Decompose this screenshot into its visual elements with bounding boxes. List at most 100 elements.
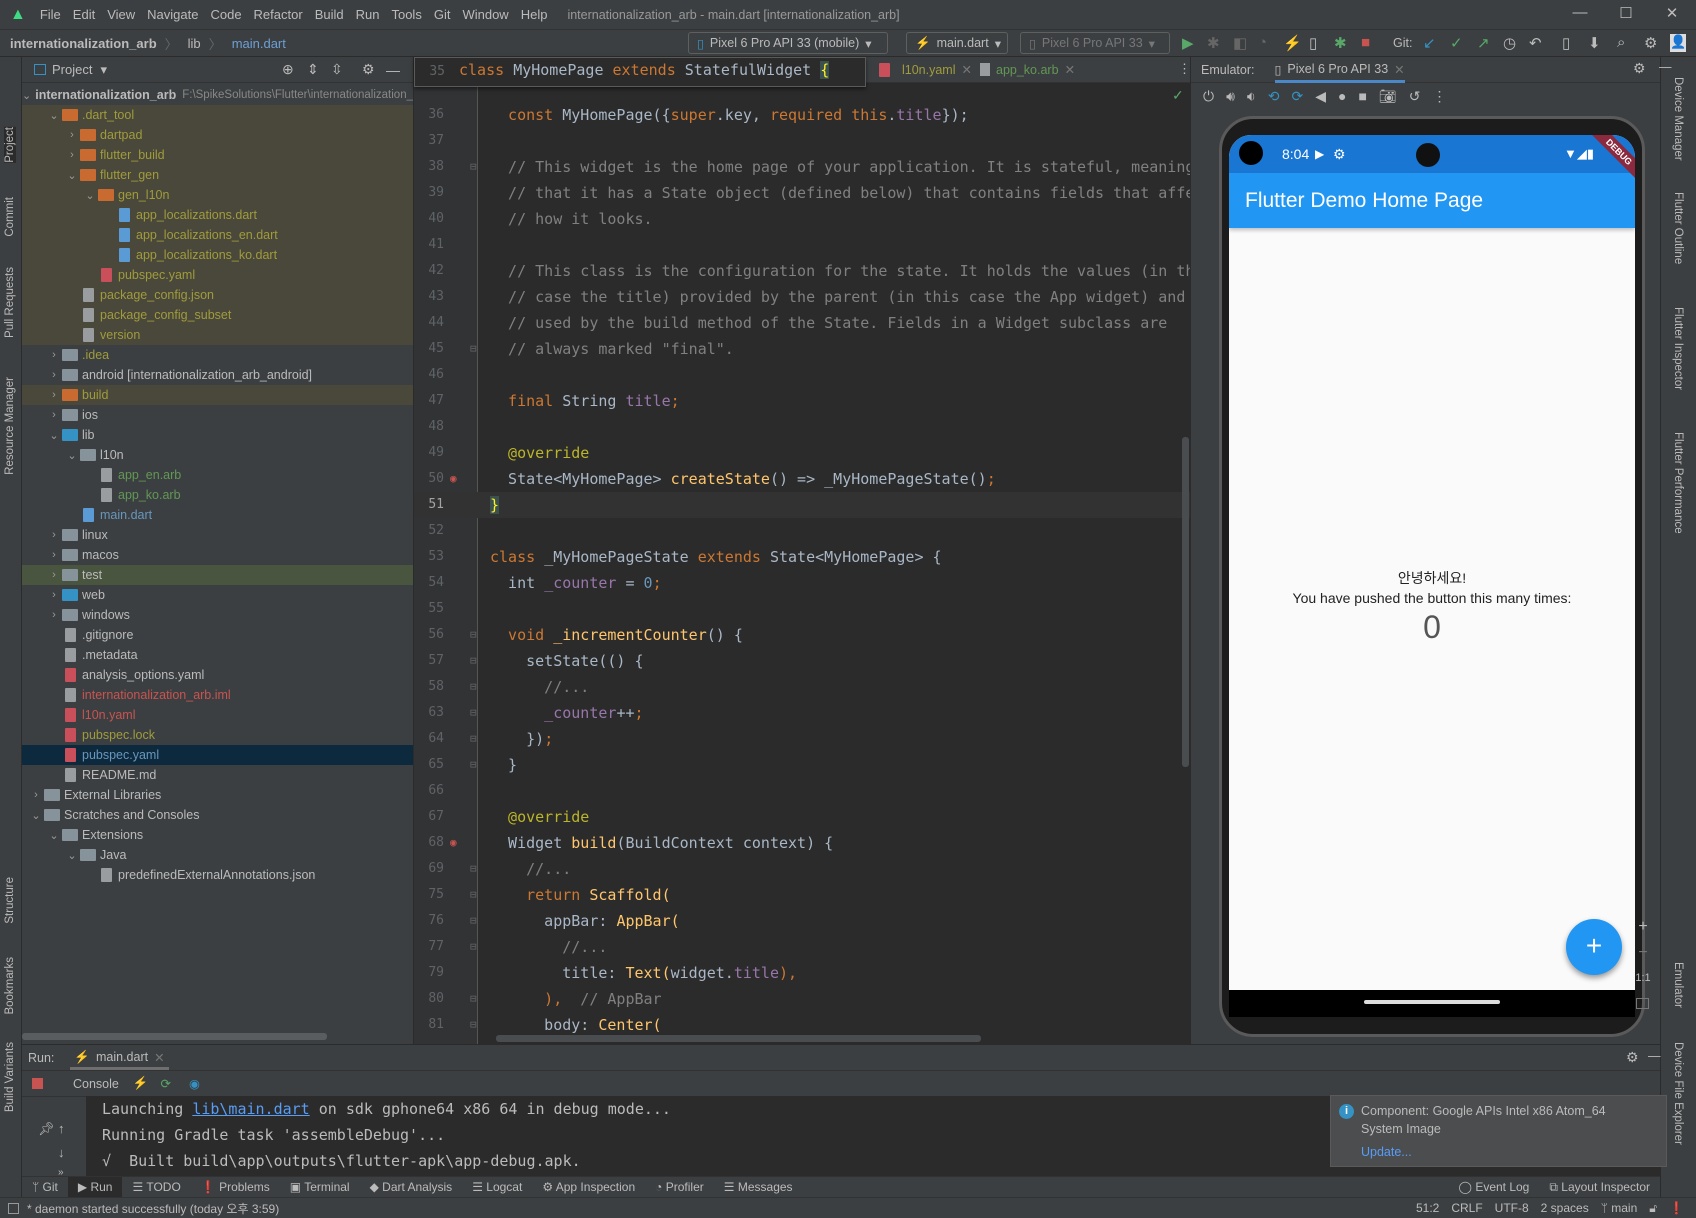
code-line[interactable]: 41 xyxy=(414,232,1190,258)
code-line[interactable]: 63 _counter++; ⊟ xyxy=(414,700,1190,726)
zoom-in-button[interactable]: + xyxy=(1632,918,1654,936)
lock-icon[interactable]: 🔓︎ xyxy=(1649,1201,1657,1216)
menu-navigate[interactable]: Navigate xyxy=(141,7,204,22)
chevron-down-icon[interactable]: ⌄ xyxy=(46,829,62,842)
stripe-flutter-performance[interactable]: Flutter Performance xyxy=(1672,432,1684,534)
expand-all-icon[interactable]: ⇕ xyxy=(307,61,319,78)
git-commit-icon[interactable]: ✓ xyxy=(1450,34,1463,52)
scroll-down-icon[interactable]: ↓ xyxy=(58,1145,65,1160)
code-editor[interactable]: l10n.yaml ✕ app_ko.arb ✕ ⋮ 36 const MyHome… xyxy=(414,57,1190,1044)
run-tab-main-dart[interactable]: ⚡ main.dart ✕ xyxy=(70,1045,169,1070)
close-tab-icon[interactable]: ✕ xyxy=(962,62,972,77)
tree-item[interactable]: ⌄ Java xyxy=(22,845,413,865)
code-line[interactable]: 36 const MyHomePage({super.key, required… xyxy=(414,102,1190,128)
toolwindow-layout-inspector[interactable]: ⧉ Layout Inspector xyxy=(1539,1177,1660,1198)
back-icon[interactable]: ◀ xyxy=(1315,88,1326,105)
hide-icon[interactable]: — xyxy=(1659,60,1672,74)
tree-item[interactable]: › windows xyxy=(22,605,413,625)
maximize-button[interactable]: ☐ xyxy=(1606,4,1646,22)
stripe-emulator[interactable]: Emulator xyxy=(1672,962,1684,1008)
vertical-scrollbar[interactable] xyxy=(1182,437,1189,767)
toolwindow-terminal[interactable]: ▣ Terminal xyxy=(280,1177,360,1198)
tree-item[interactable]: ⌄ flutter_gen xyxy=(22,165,413,185)
file-link[interactable]: lib\main.dart xyxy=(192,1100,309,1118)
fold-icon[interactable]: ⊟ xyxy=(470,336,477,362)
actual-size-button[interactable]: 1:1 xyxy=(1632,972,1654,984)
tree-item[interactable]: l10n.yaml xyxy=(22,705,413,725)
stripe-build-variants[interactable]: Build Variants xyxy=(4,1042,16,1112)
tree-item[interactable]: › External Libraries xyxy=(22,785,413,805)
phone-screen[interactable]: 8:04 ▶ ⚙ ▼◢▮ DEBUG Flutter Demo Home Pag… xyxy=(1229,135,1635,1017)
chevron-right-icon[interactable]: › xyxy=(28,789,44,801)
tree-item[interactable]: version xyxy=(22,325,413,345)
stripe-pull-requests[interactable]: Pull Requests xyxy=(4,267,16,338)
tree-item[interactable]: pubspec.lock xyxy=(22,725,413,745)
more-tabs-icon[interactable]: ⋮ xyxy=(1178,61,1190,77)
fold-icon[interactable]: ⊟ xyxy=(470,648,477,674)
file-encoding[interactable]: UTF-8 xyxy=(1495,1201,1529,1215)
code-line[interactable]: 42 // This class is the configuration fo… xyxy=(414,258,1190,284)
code-line[interactable]: 75 return Scaffold(⊟ xyxy=(414,882,1190,908)
tree-item[interactable]: analysis_options.yaml xyxy=(22,665,413,685)
tree-item[interactable]: ⌄ internationalization_arb F:\SpikeSolutio… xyxy=(22,85,413,105)
home-icon[interactable]: ● xyxy=(1338,88,1346,104)
git-branch[interactable]: ᛘ main xyxy=(1601,1201,1638,1215)
fold-icon[interactable]: ⊟ xyxy=(470,986,477,1012)
chevron-right-icon[interactable]: › xyxy=(46,369,62,381)
tree-item[interactable]: app_en.arb xyxy=(22,465,413,485)
tree-item[interactable]: main.dart xyxy=(22,505,413,525)
stop-icon[interactable]: ■ xyxy=(1361,34,1370,51)
chevron-down-icon[interactable]: ⌄ xyxy=(28,809,44,822)
tree-item[interactable]: internationalization_arb.iml xyxy=(22,685,413,705)
code-line[interactable]: 80 ), // AppBar ⊟ xyxy=(414,986,1190,1012)
tree-item[interactable]: › linux xyxy=(22,525,413,545)
breadcrumb-lib[interactable]: lib xyxy=(188,36,201,51)
git-update-icon[interactable]: ↙ xyxy=(1423,34,1436,52)
tree-item[interactable]: › test xyxy=(22,565,413,585)
code-line[interactable]: 68 Widget build(BuildContext context) {◉ xyxy=(414,830,1190,856)
settings-icon[interactable]: ⚙ xyxy=(362,61,375,78)
chevron-right-icon[interactable]: › xyxy=(46,409,62,421)
collapse-all-icon[interactable]: ⇳ xyxy=(331,61,343,78)
code-line[interactable]: 76 appBar: AppBar(⊟ xyxy=(414,908,1190,934)
zoom-out-button[interactable]: − xyxy=(1632,944,1654,962)
override-marker-icon[interactable]: ◉ xyxy=(450,466,457,492)
close-tab-icon[interactable]: ✕ xyxy=(1394,62,1404,77)
fold-icon[interactable]: ⊟ xyxy=(470,1012,477,1038)
stripe-flutter-outline[interactable]: Flutter Outline xyxy=(1672,192,1684,264)
chevron-down-icon[interactable]: ⌄ xyxy=(82,189,98,202)
tree-item[interactable]: › android [internationalization_arb_andro… xyxy=(22,365,413,385)
code-line[interactable]: 43 // case the title) provided by the pa… xyxy=(414,284,1190,310)
volume-up-icon[interactable]: 🔊︎ xyxy=(1226,88,1235,105)
tree-item[interactable]: ⌄ gen_l10n xyxy=(22,185,413,205)
toolwindow-problems[interactable]: ❗ Problems xyxy=(191,1177,280,1198)
chevron-right-icon[interactable]: › xyxy=(46,389,62,401)
more-icon[interactable]: ⋮ xyxy=(1432,88,1446,105)
code-line[interactable]: 52 xyxy=(414,518,1190,544)
device-selector[interactable]: ▯ Pixel 6 Pro API 33 (mobile) ▾ xyxy=(688,32,888,54)
code-line[interactable]: 67 @override xyxy=(414,804,1190,830)
scroll-up-icon[interactable]: ↑ xyxy=(58,1121,65,1136)
tree-item[interactable]: › ios xyxy=(22,405,413,425)
code-line[interactable]: 57 setState(() {⊟ xyxy=(414,648,1190,674)
overview-icon[interactable]: ■ xyxy=(1358,88,1366,104)
rollback-icon[interactable]: ↶ xyxy=(1529,34,1542,52)
toggle-tool-windows-icon[interactable] xyxy=(8,1202,19,1214)
toolwindow-profiler[interactable]: ◔ Profiler xyxy=(645,1177,714,1198)
stripe-structure[interactable]: Structure xyxy=(4,877,16,924)
history-icon[interactable]: ◷ xyxy=(1503,34,1516,52)
code-line[interactable]: 38 // This widget is the home page of yo… xyxy=(414,154,1190,180)
tree-item[interactable]: .metadata xyxy=(22,645,413,665)
gesture-handle[interactable] xyxy=(1364,1000,1500,1004)
profile-icon[interactable]: ◔ xyxy=(1258,34,1267,51)
chevron-right-icon[interactable]: › xyxy=(64,129,80,141)
menu-build[interactable]: Build xyxy=(309,7,350,22)
devtools-icon[interactable]: ◉ xyxy=(189,1076,200,1091)
menu-code[interactable]: Code xyxy=(204,7,247,22)
tree-item[interactable]: app_localizations.dart xyxy=(22,205,413,225)
menu-refactor[interactable]: Refactor xyxy=(248,7,309,22)
sticky-scroll-header[interactable]: 35 class MyHomePage extends StatefulWidg… xyxy=(414,57,866,87)
device-manager-icon[interactable]: ▯ xyxy=(1562,34,1570,52)
locate-icon[interactable]: ⊕ xyxy=(282,61,294,78)
code-line[interactable]: 50 State<MyHomePage> createState() => _M… xyxy=(414,466,1190,492)
